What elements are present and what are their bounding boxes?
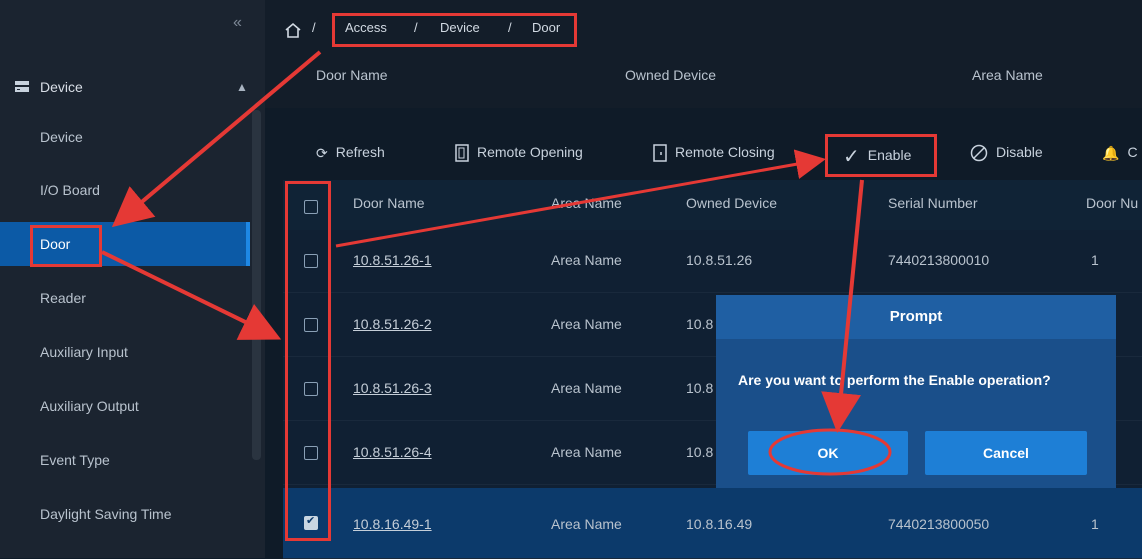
- owned-device-cell: 10.8: [686, 316, 714, 332]
- more-toolbar-label: C: [1127, 144, 1138, 160]
- remote-opening-label: Remote Opening: [477, 144, 583, 160]
- more-toolbar-button[interactable]: 🔔 C: [1102, 144, 1138, 162]
- serial-cell: 7440213800050: [888, 516, 990, 532]
- sidebar-scrollbar[interactable]: [252, 110, 261, 460]
- door-name-link[interactable]: 10.8.51.26-4: [353, 444, 432, 460]
- area-name-cell: Area Name: [551, 316, 622, 332]
- door-name-link[interactable]: 10.8.16.49-1: [353, 516, 432, 532]
- enable-button[interactable]: ✓ Enable: [843, 144, 911, 169]
- breadcrumb-access[interactable]: Access: [345, 20, 387, 35]
- area-name-cell: Area Name: [551, 252, 622, 268]
- row-checkbox[interactable]: [304, 254, 318, 268]
- door-no-cell: 1: [1091, 252, 1099, 268]
- door-name-link[interactable]: 10.8.51.26-1: [353, 252, 432, 268]
- row-checkbox[interactable]: [304, 446, 318, 460]
- breadcrumb-door: Door: [532, 20, 561, 35]
- area-name-cell: Area Name: [551, 380, 622, 396]
- prompt-dialog: Prompt Are you want to perform the Enabl…: [716, 295, 1116, 488]
- sidebar-group-device[interactable]: Device ▲: [0, 70, 265, 106]
- collapse-sidebar-icon[interactable]: «: [233, 14, 242, 32]
- door-open-icon: [455, 144, 469, 163]
- sidebar-item-event-type[interactable]: Event Type: [0, 438, 250, 482]
- door-no-cell: 1: [1091, 516, 1099, 532]
- enable-label: Enable: [867, 147, 912, 164]
- table-header: Door Name Area Name Owned Device Serial …: [283, 180, 1142, 230]
- home-icon[interactable]: [284, 22, 302, 39]
- area-name-cell: Area Name: [551, 516, 622, 532]
- breadcrumb-device[interactable]: Device: [440, 20, 480, 35]
- filter-door-name[interactable]: Door Name: [316, 67, 388, 83]
- area-name-cell: Area Name: [551, 444, 622, 460]
- alarm-icon: 🔔: [1102, 144, 1120, 161]
- sidebar-item-label: Device: [40, 129, 83, 145]
- th-door-name[interactable]: Door Name: [353, 195, 425, 211]
- row-checkbox[interactable]: [304, 382, 318, 396]
- serial-cell: 7440213800010: [888, 252, 990, 268]
- owned-device-cell: 10.8.51.26: [686, 252, 753, 268]
- refresh-button[interactable]: ⟳ Refresh: [316, 144, 385, 162]
- door-name-link[interactable]: 10.8.51.26-2: [353, 316, 432, 332]
- dialog-title: Prompt: [716, 295, 1116, 339]
- sidebar-item-door[interactable]: Door: [0, 222, 250, 266]
- sidebar-item-label: Event Type: [40, 452, 110, 468]
- th-door-no[interactable]: Door Nu: [1086, 195, 1138, 211]
- sidebar-item-device[interactable]: Device: [0, 115, 250, 159]
- owned-device-cell: 10.8: [686, 380, 714, 396]
- sidebar-item-label: Auxiliary Output: [40, 398, 139, 414]
- th-owned-device[interactable]: Owned Device: [686, 195, 777, 211]
- sidebar-item-auxiliary-output[interactable]: Auxiliary Output: [0, 384, 250, 428]
- owned-device-cell: 10.8.16.49: [686, 516, 753, 532]
- header: [265, 0, 1142, 108]
- row-checkbox[interactable]: [304, 318, 318, 332]
- breadcrumb-separator: /: [414, 20, 418, 35]
- th-serial-number[interactable]: Serial Number: [888, 195, 977, 211]
- device-icon: [15, 81, 29, 92]
- cancel-button[interactable]: Cancel: [925, 431, 1087, 475]
- breadcrumb-separator: /: [508, 20, 512, 35]
- sidebar-item-auxiliary-input[interactable]: Auxiliary Input: [0, 330, 250, 374]
- filter-owned-device[interactable]: Owned Device: [625, 67, 716, 83]
- dialog-message: Are you want to perform the Enable opera…: [738, 372, 1051, 388]
- door-name-link[interactable]: 10.8.51.26-3: [353, 380, 432, 396]
- sidebar-item-label: Daylight Saving Time: [40, 506, 172, 522]
- remote-closing-label: Remote Closing: [675, 144, 775, 160]
- sidebar-item-io-board[interactable]: I/O Board: [0, 168, 250, 212]
- select-all-checkbox[interactable]: [304, 200, 318, 214]
- table-row[interactable]: 10.8.51.26-1 Area Name 10.8.51.26 744021…: [283, 232, 1142, 293]
- sidebar-item-label: I/O Board: [40, 182, 100, 198]
- sidebar-item-reader[interactable]: Reader: [0, 276, 250, 320]
- sidebar-item-daylight-saving-time[interactable]: Daylight Saving Time: [0, 492, 250, 536]
- refresh-label: Refresh: [335, 144, 385, 160]
- disable-button[interactable]: Disable: [970, 144, 1043, 162]
- table-row-selected[interactable]: 10.8.16.49-1 Area Name 10.8.16.49 744021…: [283, 488, 1142, 559]
- disable-label: Disable: [996, 144, 1043, 160]
- remote-opening-button[interactable]: Remote Opening: [455, 144, 583, 163]
- row-checkbox-checked[interactable]: [304, 514, 318, 530]
- th-area-name[interactable]: Area Name: [551, 195, 622, 211]
- sidebar-item-label: Auxiliary Input: [40, 344, 128, 360]
- sidebar-item-label: Reader: [40, 290, 86, 306]
- remote-closing-button[interactable]: Remote Closing: [653, 144, 775, 163]
- disable-icon: [970, 145, 988, 162]
- refresh-icon: ⟳: [316, 144, 328, 161]
- door-closed-icon: [653, 144, 667, 163]
- sidebar-group-label: Device: [40, 79, 83, 95]
- filter-area-name[interactable]: Area Name: [972, 67, 1043, 83]
- ok-button[interactable]: OK: [748, 431, 908, 475]
- checkmark-icon: ✓: [843, 146, 860, 168]
- owned-device-cell: 10.8: [686, 444, 714, 460]
- sidebar-item-label: Door: [40, 236, 71, 252]
- chevron-up-icon: ▲: [236, 80, 248, 94]
- breadcrumb-separator: /: [312, 20, 316, 35]
- sidebar: « Device ▲ Device I/O Board Door Reader …: [0, 0, 265, 558]
